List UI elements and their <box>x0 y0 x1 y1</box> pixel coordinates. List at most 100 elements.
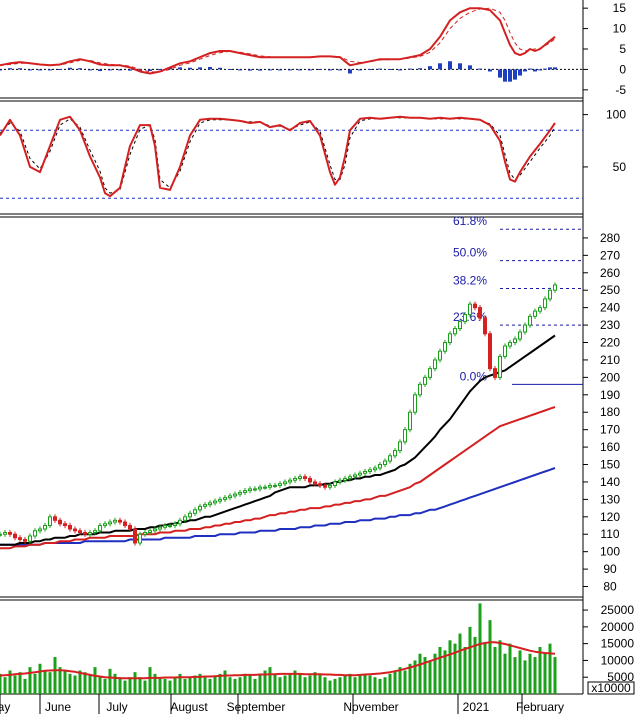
x-axis-label: June <box>45 700 71 714</box>
candle-body <box>118 519 122 523</box>
candle-body <box>173 523 177 527</box>
macd-histogram-bar <box>538 69 542 71</box>
price-tick-label: 240 <box>600 301 620 315</box>
price-tick-label: 250 <box>600 283 620 297</box>
candle-body <box>403 429 407 443</box>
candle-body <box>48 516 52 527</box>
macd-histogram-bar <box>448 61 452 70</box>
macd-histogram-bar <box>518 69 522 76</box>
candle-body <box>473 303 477 309</box>
volume-bar <box>53 657 57 694</box>
macd-histogram-bar <box>68 67 72 70</box>
stoch-k-line <box>0 115 556 198</box>
volume-bar <box>513 657 517 694</box>
candle-body <box>253 488 257 491</box>
volume-bar <box>448 640 452 694</box>
x-axis-label: 2021 <box>463 700 490 714</box>
volume-bar <box>128 677 132 694</box>
fib-level-label: 50.0% <box>453 246 487 260</box>
macd-histogram-bar <box>478 68 482 70</box>
candle-body <box>103 523 107 527</box>
macd-histogram-bar <box>458 63 462 70</box>
volume-bar <box>203 677 207 694</box>
price-tick-label: 280 <box>600 231 620 245</box>
volume-bar <box>483 643 487 694</box>
candle-body <box>233 493 237 497</box>
macd-tick-label: 5 <box>619 42 626 56</box>
price-tick-label: 80 <box>603 580 617 594</box>
candle-body <box>283 481 287 485</box>
macd-histogram-bar <box>198 67 202 70</box>
volume-bar <box>353 677 357 694</box>
macd-histogram-bar <box>278 69 282 71</box>
candle-body <box>133 528 137 544</box>
stoch-tick-label: 100 <box>606 108 626 122</box>
macd-histogram-bar <box>388 69 392 71</box>
candle-body <box>153 528 157 532</box>
candle-body <box>343 477 347 481</box>
volume-bar <box>338 677 342 694</box>
macd-histogram-bar <box>358 69 362 71</box>
candle-body <box>263 486 267 489</box>
macd-histogram-bar <box>98 69 102 72</box>
candle-body <box>498 355 502 378</box>
candle-body <box>548 289 552 300</box>
macd-tick-label: 10 <box>613 22 627 36</box>
volume-unit-label: x10000 <box>591 681 631 695</box>
candle-body <box>518 331 522 340</box>
volume-bar <box>183 678 187 694</box>
macd-tick-label: 0 <box>619 62 626 76</box>
candle-body <box>168 525 172 528</box>
volume-bar <box>543 653 547 694</box>
candle-body <box>353 474 357 478</box>
x-axis-label: ay <box>0 700 10 714</box>
candle-body <box>393 450 397 457</box>
candle-body <box>298 476 302 479</box>
volume-tick-label: 20000 <box>601 620 635 634</box>
macd-histogram-bar <box>48 69 52 71</box>
volume-bar <box>288 673 292 694</box>
macd-histogram-bar <box>523 69 527 72</box>
volume-bar <box>28 667 32 694</box>
macd-histogram-bar <box>268 69 272 71</box>
volume-bar <box>358 675 362 694</box>
candle-body <box>123 521 127 527</box>
candle-body <box>198 505 202 511</box>
candle-body <box>183 516 187 521</box>
candle-body <box>368 469 372 472</box>
candle-body <box>458 321 462 330</box>
macd-histogram-bar <box>428 66 432 70</box>
volume-bar <box>533 657 537 694</box>
candle-body <box>488 333 492 370</box>
candle-body <box>533 310 537 317</box>
candle-body <box>468 303 472 316</box>
volume-bar <box>98 677 102 694</box>
volume-bar <box>163 678 167 694</box>
volume-bar <box>208 678 212 694</box>
macd-histogram-bar <box>188 67 192 70</box>
candle-body <box>528 315 532 326</box>
volume-bar <box>368 675 372 694</box>
candle-body <box>293 477 297 481</box>
macd-histogram-bar <box>248 69 252 71</box>
candle-body <box>28 535 32 542</box>
volume-bar <box>273 673 277 694</box>
candle-body <box>3 532 7 535</box>
macd-histogram-bar <box>338 69 342 71</box>
price-tick-label: 180 <box>600 405 620 419</box>
volume-tick-label: 25000 <box>601 603 635 617</box>
macd-tick-label: 15 <box>613 1 627 15</box>
candle-body <box>243 490 247 493</box>
volume-bar <box>308 675 312 694</box>
price-tick-label: 130 <box>600 492 620 506</box>
candle-body <box>308 477 312 483</box>
volume-bar <box>73 675 77 694</box>
volume-bar <box>23 678 27 694</box>
x-axis-label: February <box>516 700 564 714</box>
macd-panel <box>0 7 583 82</box>
volume-bar <box>243 673 247 694</box>
macd-histogram-bar <box>308 69 312 71</box>
macd-histogram-bar <box>528 68 532 70</box>
volume-bar <box>388 673 392 694</box>
volume-bar <box>213 675 217 694</box>
